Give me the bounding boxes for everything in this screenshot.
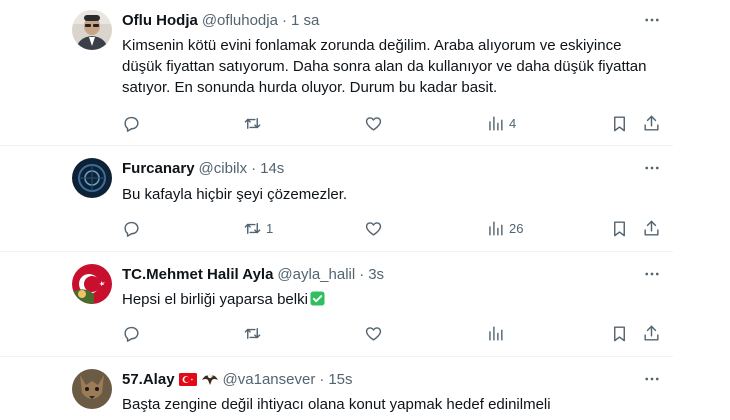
handle[interactable]: @cibilx [199, 160, 248, 177]
timestamp[interactable]: 14s [260, 160, 284, 177]
display-name[interactable]: 57.Alay [122, 371, 175, 388]
reply-icon [124, 326, 139, 342]
tweet-3[interactable]: TC.Mehmet Halil Ayla @ayla_halil · 3s He… [0, 252, 673, 357]
tweet-header: Furcanary @cibilx · 14s [122, 158, 284, 178]
like-button[interactable] [364, 216, 387, 240]
more-icon[interactable] [641, 158, 663, 178]
action-bar: 4 [116, 111, 676, 135]
tweet-text: Hepsi el birliği yaparsa belki [122, 289, 652, 310]
reply-button[interactable] [122, 111, 145, 135]
tweet-text: Kimsenin kötü evini fonlamak zorunda değ… [122, 37, 647, 96]
views-count: 26 [509, 220, 524, 236]
tweet-header: TC.Mehmet Halil Ayla @ayla_halil · 3s [122, 264, 384, 284]
eagle-emoji-icon [201, 371, 219, 387]
tweet-text: Bu kafayla hiçbir şeyi çözemezler. [122, 186, 348, 203]
tweet-text: Başta zengine değil ihtiyacı olana konut… [122, 396, 551, 413]
avatar-image [72, 369, 112, 409]
handle[interactable]: @ayla_halil [277, 266, 355, 283]
action-bar: 1 26 [116, 216, 676, 240]
retweet-icon [244, 117, 261, 129]
more-icon[interactable] [641, 369, 663, 389]
tweet-text-content: Hepsi el birliği yaparsa belki [122, 291, 308, 308]
separator: · [359, 265, 365, 283]
avatar-image [72, 264, 112, 304]
views-button[interactable] [486, 321, 509, 345]
heart-icon [365, 221, 382, 236]
avatar[interactable] [72, 158, 112, 198]
reply-icon [124, 221, 139, 237]
reply-button[interactable] [122, 321, 145, 345]
tweet-header: Oflu Hodja @ofluhodja · 1 sa [122, 10, 319, 30]
check-emoji-icon [310, 291, 325, 306]
share-button[interactable] [642, 321, 661, 345]
views-button[interactable]: 4 [486, 111, 516, 135]
separator: · [319, 370, 325, 388]
share-icon [644, 220, 659, 236]
share-button[interactable] [642, 111, 661, 135]
views-button[interactable]: 26 [486, 216, 523, 240]
bookmark-icon [614, 325, 625, 341]
heart-icon [365, 326, 382, 341]
bookmark-icon [614, 115, 625, 131]
views-count: 4 [509, 115, 517, 131]
reply-icon [124, 116, 139, 132]
bookmark-button[interactable] [610, 111, 629, 135]
tweet-header: 57.Alay @va1ansever · 15s [122, 369, 353, 389]
like-button[interactable] [364, 111, 387, 135]
timestamp[interactable]: 3s [368, 266, 384, 283]
tweet-1[interactable]: Oflu Hodja @ofluhodja · 1 sa Kimsenin kö… [0, 0, 673, 146]
share-icon [644, 115, 659, 131]
like-button[interactable] [364, 321, 387, 345]
separator: · [281, 11, 287, 29]
share-button[interactable] [642, 216, 661, 240]
display-name[interactable]: Furcanary [122, 160, 195, 177]
separator: · [251, 159, 257, 177]
views-icon [489, 325, 503, 341]
display-name[interactable]: Oflu Hodja [122, 12, 198, 29]
avatar-image [72, 10, 112, 50]
retweet-button[interactable]: 1 [243, 216, 273, 240]
avatar-image [72, 158, 112, 198]
heart-icon [365, 116, 382, 131]
views-icon [489, 220, 503, 236]
bookmark-icon [614, 220, 625, 236]
display-name[interactable]: TC.Mehmet Halil Ayla [122, 266, 273, 283]
bookmark-button[interactable] [610, 321, 629, 345]
views-icon [489, 115, 503, 131]
avatar[interactable] [72, 369, 112, 409]
retweet-button[interactable] [243, 111, 266, 135]
action-bar [116, 321, 676, 345]
avatar[interactable] [72, 10, 112, 50]
bookmark-button[interactable] [610, 216, 629, 240]
retweet-icon [244, 222, 261, 234]
tweet-4[interactable]: 57.Alay @va1ansever · 15s Başta zengine … [0, 357, 673, 420]
turkey-flag-icon [178, 372, 197, 386]
more-icon[interactable] [641, 264, 663, 284]
avatar[interactable] [72, 264, 112, 304]
retweet-button[interactable] [243, 321, 266, 345]
share-icon [644, 325, 659, 341]
tweet-2[interactable]: Furcanary @cibilx · 14s Bu kafayla hiçbi… [0, 146, 673, 252]
retweet-count: 1 [266, 220, 274, 236]
timestamp[interactable]: 15s [328, 371, 352, 388]
handle[interactable]: @ofluhodja [202, 12, 278, 29]
reply-button[interactable] [122, 216, 145, 240]
retweet-icon [244, 327, 261, 339]
more-icon[interactable] [641, 10, 663, 30]
handle[interactable]: @va1ansever [223, 371, 316, 388]
timestamp[interactable]: 1 sa [291, 12, 319, 29]
